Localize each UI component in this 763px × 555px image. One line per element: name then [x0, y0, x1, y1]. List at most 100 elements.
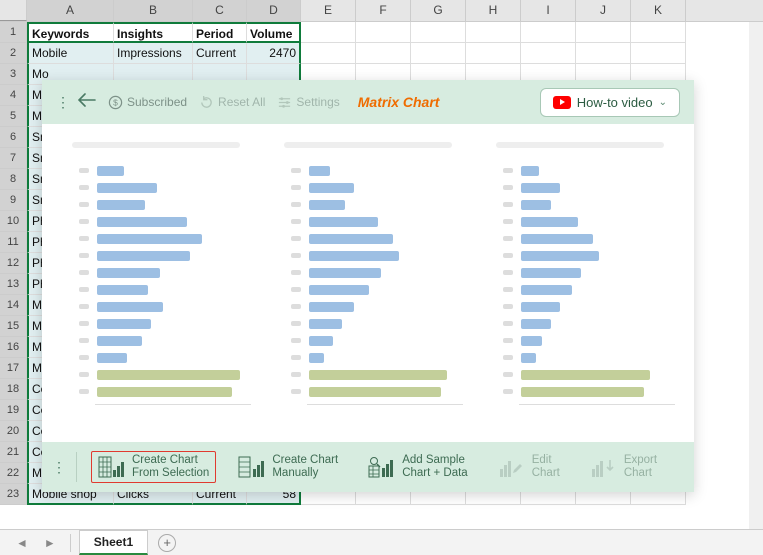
col-header-H[interactable]: H [466, 0, 521, 21]
bar-label-stub [291, 287, 301, 292]
select-all-corner[interactable] [0, 0, 27, 21]
row-header-20[interactable]: 20 [0, 421, 27, 442]
bar [97, 387, 232, 397]
create-chart-from-selection-button[interactable]: Create Chart From Selection [91, 451, 216, 483]
row-header-9[interactable]: 9 [0, 190, 27, 211]
bar [97, 200, 145, 210]
bar-label-stub [291, 168, 301, 173]
cell-empty[interactable] [411, 43, 466, 64]
panel-title: Matrix Chart [358, 94, 440, 110]
row-header-3[interactable]: 3 [0, 64, 27, 85]
cell-B1[interactable]: Insights [114, 22, 193, 43]
row-header-22[interactable]: 22 [0, 463, 27, 484]
sheet-tab-sheet1[interactable]: Sheet1 [79, 530, 148, 555]
cell-D2[interactable]: 2470 [247, 43, 301, 64]
cell-empty[interactable] [356, 43, 411, 64]
chart-thumb-panel-3[interactable] [485, 142, 675, 442]
spreadsheet-app: A B C D E F G H I J K 1KeywordsInsightsP… [0, 0, 763, 555]
cell-D1[interactable]: Volume [247, 22, 301, 43]
back-arrow-icon[interactable] [78, 93, 96, 112]
cell-empty[interactable] [466, 22, 521, 43]
row-header-6[interactable]: 6 [0, 127, 27, 148]
col-header-G[interactable]: G [411, 0, 466, 21]
cell-empty[interactable] [356, 22, 411, 43]
col-header-E[interactable]: E [301, 0, 356, 21]
cell-A2[interactable]: Mobile [27, 43, 114, 64]
cell-empty[interactable] [576, 43, 631, 64]
bar-label-stub [503, 270, 513, 275]
row-header-23[interactable]: 23 [0, 484, 27, 505]
reset-all-button[interactable]: Reset All [199, 95, 265, 110]
bar [521, 217, 578, 227]
row-header-10[interactable]: 10 [0, 211, 27, 232]
col-header-D[interactable]: D [247, 0, 301, 21]
row-header-18[interactable]: 18 [0, 379, 27, 400]
cell-empty[interactable] [631, 43, 686, 64]
cell-B2[interactable]: Impressions [114, 43, 193, 64]
bar [97, 302, 163, 312]
menu-dots-icon[interactable]: ⋮ [56, 100, 70, 105]
bar-label-stub [503, 202, 513, 207]
bar-label-stub [79, 304, 89, 309]
vertical-scrollbar[interactable] [749, 22, 763, 529]
cell-empty[interactable] [521, 22, 576, 43]
bar [309, 387, 441, 397]
cell-empty[interactable] [411, 22, 466, 43]
subscribed-button[interactable]: $ Subscribed [108, 95, 187, 110]
cell-C2[interactable]: Current [193, 43, 247, 64]
col-header-F[interactable]: F [356, 0, 411, 21]
bar [521, 302, 560, 312]
row-header-5[interactable]: 5 [0, 106, 27, 127]
cell-empty[interactable] [631, 22, 686, 43]
col-header-K[interactable]: K [631, 0, 686, 21]
sheet-nav-prev-icon[interactable]: ◄ [10, 536, 34, 550]
row-header-12[interactable]: 12 [0, 253, 27, 274]
cell-empty[interactable] [466, 43, 521, 64]
cell-C1[interactable]: Period [193, 22, 247, 43]
chart-thumb-panel-1[interactable] [61, 142, 251, 442]
sheet-tab-bar: ◄ ► Sheet1 + [0, 529, 763, 555]
row-header-2[interactable]: 2 [0, 43, 27, 64]
bar-label-stub [291, 253, 301, 258]
cell-empty[interactable] [301, 22, 356, 43]
row-header-11[interactable]: 11 [0, 232, 27, 253]
row-header-15[interactable]: 15 [0, 316, 27, 337]
sheet-nav-next-icon[interactable]: ► [38, 536, 62, 550]
col-header-C[interactable]: C [193, 0, 247, 21]
row-header-19[interactable]: 19 [0, 400, 27, 421]
cell-empty[interactable] [521, 43, 576, 64]
howto-video-button[interactable]: How-to video ⌄ [540, 88, 680, 117]
add-sample-button[interactable]: Add Sample Chart + Data [360, 450, 476, 484]
row-header-7[interactable]: 7 [0, 148, 27, 169]
settings-button[interactable]: Settings [277, 95, 339, 110]
bar [97, 336, 142, 346]
bar-label-stub [503, 253, 513, 258]
cell-empty[interactable] [301, 43, 356, 64]
edit-chart-button[interactable]: Edit Chart [490, 450, 568, 484]
bar-label-stub [503, 389, 513, 394]
row-header-17[interactable]: 17 [0, 358, 27, 379]
row-header-13[interactable]: 13 [0, 274, 27, 295]
col-header-A[interactable]: A [27, 0, 114, 21]
create-chart-manually-button[interactable]: Create Chart Manually [230, 450, 346, 484]
bar-label-stub [503, 372, 513, 377]
manual-chart-icon [238, 455, 264, 479]
row-header-8[interactable]: 8 [0, 169, 27, 190]
col-header-B[interactable]: B [114, 0, 193, 21]
bar [309, 251, 399, 261]
col-header-J[interactable]: J [576, 0, 631, 21]
row-header-14[interactable]: 14 [0, 295, 27, 316]
bar [309, 336, 333, 346]
bar-label-stub [79, 287, 89, 292]
cell-empty[interactable] [576, 22, 631, 43]
col-header-I[interactable]: I [521, 0, 576, 21]
chart-thumb-panel-2[interactable] [273, 142, 463, 442]
export-chart-button[interactable]: Export Chart [582, 450, 665, 484]
menu-dots-icon-bottom[interactable]: ⋮ [52, 465, 66, 470]
row-header-1[interactable]: 1 [0, 22, 27, 43]
add-sheet-button[interactable]: + [158, 534, 176, 552]
row-header-21[interactable]: 21 [0, 442, 27, 463]
row-header-16[interactable]: 16 [0, 337, 27, 358]
row-header-4[interactable]: 4 [0, 85, 27, 106]
cell-A1[interactable]: Keywords [27, 22, 114, 43]
